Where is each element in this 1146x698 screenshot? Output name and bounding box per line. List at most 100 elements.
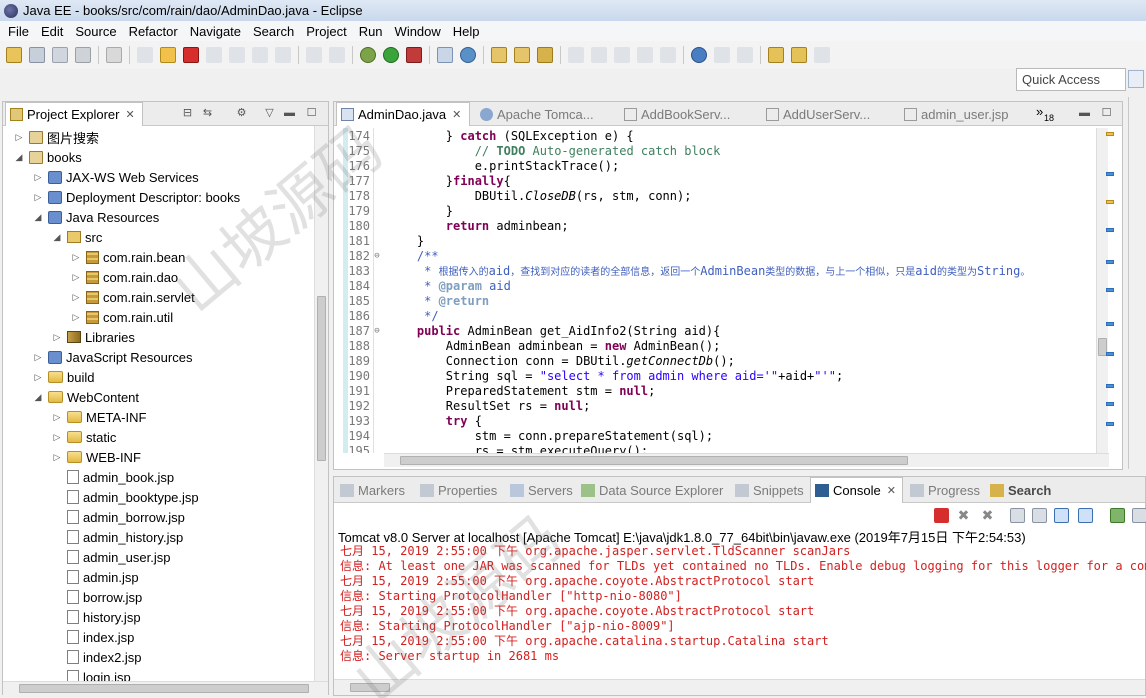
tree-node[interactable]: ▷ META-INF xyxy=(51,407,147,427)
code-line[interactable]: 192 ResultSet rs = null; xyxy=(334,399,1094,414)
overview-marker[interactable] xyxy=(1106,260,1114,264)
scrollbar-thumb[interactable] xyxy=(400,456,908,465)
resume-icon[interactable] xyxy=(137,47,153,63)
menu-search[interactable]: Search xyxy=(248,24,299,39)
collapsed-twisty-icon[interactable]: ▷ xyxy=(51,452,63,463)
maximize-icon[interactable]: ☐ xyxy=(305,107,318,120)
scrollbar-thumb[interactable] xyxy=(19,684,309,693)
fold-toggle-icon[interactable]: ⊖ xyxy=(372,249,382,264)
collapsed-twisty-icon[interactable]: ▷ xyxy=(51,412,63,423)
menu-run[interactable]: Run xyxy=(354,24,388,39)
remove-all-terminated-icon[interactable]: ✖ xyxy=(980,508,995,523)
code-line[interactable]: 189 Connection conn = DBUtil.getConnectD… xyxy=(334,354,1094,369)
code-line[interactable]: 176 e.printStackTrace(); xyxy=(334,159,1094,174)
suspend-icon[interactable] xyxy=(160,47,176,63)
save-all-icon[interactable] xyxy=(52,47,68,63)
menu-help[interactable]: Help xyxy=(448,24,485,39)
show-whitespace-icon[interactable] xyxy=(614,47,630,63)
menu-window[interactable]: Window xyxy=(390,24,446,39)
tab-data-source-explorer[interactable]: Data Source Explorer xyxy=(581,477,723,503)
open-task-icon[interactable] xyxy=(514,47,530,63)
collapsed-twisty-icon[interactable]: ▷ xyxy=(70,252,82,263)
tab-search[interactable]: Search xyxy=(990,477,1051,503)
tree-node[interactable]: ▷ static xyxy=(51,427,117,447)
code-line[interactable]: 188 AdminBean adminbean = new AdminBean(… xyxy=(334,339,1094,354)
menu-project[interactable]: Project xyxy=(301,24,351,39)
code-line[interactable]: 187 ⊖ public AdminBean get_AidInfo2(Strin… xyxy=(334,324,1094,339)
browser-icon[interactable] xyxy=(691,47,707,63)
tree-node[interactable]: ▷ com.rain.bean xyxy=(70,247,186,267)
code-line[interactable]: 182 ⊖ /** xyxy=(334,249,1094,264)
tree-node[interactable]: admin.jsp xyxy=(51,567,139,587)
collapsed-twisty-icon[interactable]: ▷ xyxy=(32,172,44,183)
overview-marker[interactable] xyxy=(1106,200,1114,204)
tree-node[interactable]: admin_history.jsp xyxy=(51,527,183,547)
collapsed-twisty-icon[interactable]: ▷ xyxy=(51,332,63,343)
tree-node[interactable]: ▷ com.rain.dao xyxy=(70,267,179,287)
overview-marker[interactable] xyxy=(1106,352,1114,356)
expanded-twisty-icon[interactable]: ◢ xyxy=(51,232,63,243)
maximize-icon[interactable]: ☐ xyxy=(1100,107,1113,120)
print-icon[interactable] xyxy=(75,47,91,63)
collapse-all-icon[interactable]: ⊟ xyxy=(181,107,194,120)
close-icon[interactable]: ✕ xyxy=(125,108,134,121)
tree-node[interactable]: borrow.jsp xyxy=(51,587,142,607)
scrollbar-thumb[interactable] xyxy=(350,683,390,692)
show-breadcrumb-icon[interactable] xyxy=(660,47,676,63)
tree-node[interactable]: ▷ com.rain.servlet xyxy=(70,287,195,307)
collapsed-twisty-icon[interactable]: ▷ xyxy=(32,352,44,363)
new-java-class-icon[interactable] xyxy=(460,47,476,63)
collapsed-twisty-icon[interactable]: ▷ xyxy=(32,192,44,203)
code-line[interactable]: 190 String sql = "select * from admin wh… xyxy=(334,369,1094,384)
code-line[interactable]: 180 return adminbean; xyxy=(334,219,1094,234)
search-icon[interactable] xyxy=(537,47,553,63)
tab-adduserservlet[interactable]: AddUserServ... xyxy=(762,102,874,126)
collapsed-twisty-icon[interactable]: ▷ xyxy=(13,132,25,143)
collapsed-twisty-icon[interactable]: ▷ xyxy=(70,312,82,323)
tree-node[interactable]: ▷ 图片搜索 xyxy=(13,127,99,147)
tab-markers[interactable]: Markers xyxy=(340,477,405,503)
open-type-icon[interactable] xyxy=(491,47,507,63)
server-icon[interactable] xyxy=(437,47,453,63)
scrollbar-thumb[interactable] xyxy=(317,296,326,461)
tree-node[interactable]: ◢ WebContent xyxy=(32,387,140,407)
overview-marker[interactable] xyxy=(1106,322,1114,326)
code-line[interactable]: 174 } catch (SQLException e) { xyxy=(334,129,1094,144)
external-tools-icon[interactable] xyxy=(406,47,422,63)
minimize-icon[interactable]: ▬ xyxy=(1078,107,1091,120)
menu-refactor[interactable]: Refactor xyxy=(124,24,183,39)
run-icon[interactable] xyxy=(383,47,399,63)
tree-node[interactable]: ▷ Libraries xyxy=(51,327,135,347)
menu-file[interactable]: File xyxy=(3,24,34,39)
tab-admindao[interactable]: AdminDao.java ✕ xyxy=(336,102,470,126)
menu-edit[interactable]: Edit xyxy=(36,24,68,39)
collapsed-twisty-icon[interactable]: ▷ xyxy=(51,432,63,443)
tree-node[interactable]: index.jsp xyxy=(51,627,134,647)
view-options-icon[interactable]: ⚙ xyxy=(235,107,248,120)
view-menu-icon[interactable]: ▽ xyxy=(263,107,276,120)
tab-servers[interactable]: Servers xyxy=(510,477,573,503)
code-line[interactable]: 184 * @param aid xyxy=(334,279,1094,294)
tab-project-explorer[interactable]: Project Explorer ✕ xyxy=(5,102,143,126)
drop-to-frame-icon[interactable] xyxy=(306,47,322,63)
overview-marker[interactable] xyxy=(1106,132,1114,136)
remove-launch-icon[interactable]: ✖ xyxy=(956,508,971,523)
explorer-vertical-scrollbar[interactable] xyxy=(314,126,328,681)
save-icon[interactable] xyxy=(29,47,45,63)
use-step-filters-icon[interactable] xyxy=(329,47,345,63)
quick-access-input[interactable]: Quick Access xyxy=(1016,68,1126,91)
menu-source[interactable]: Source xyxy=(70,24,121,39)
overview-marker[interactable] xyxy=(1106,402,1114,406)
tree-node[interactable]: ◢ Java Resources xyxy=(32,207,160,227)
clear-console-icon[interactable] xyxy=(1010,508,1025,523)
tab-progress[interactable]: Progress xyxy=(910,477,980,503)
pin-console-icon[interactable] xyxy=(1110,508,1125,523)
tab-addbookservlet[interactable]: AddBookServ... xyxy=(620,102,734,126)
code-line[interactable]: 183 * 根据传入的aid，查找到对应的读者的全部信息，返回一个AdminBe… xyxy=(334,264,1094,279)
collapsed-twisty-icon[interactable]: ▷ xyxy=(70,292,82,303)
step-into-icon[interactable] xyxy=(229,47,245,63)
overview-marker[interactable] xyxy=(1106,384,1114,388)
expanded-twisty-icon[interactable]: ◢ xyxy=(32,392,44,403)
show-console-stderr-icon[interactable] xyxy=(1078,508,1093,523)
terminate-icon[interactable] xyxy=(934,508,949,523)
